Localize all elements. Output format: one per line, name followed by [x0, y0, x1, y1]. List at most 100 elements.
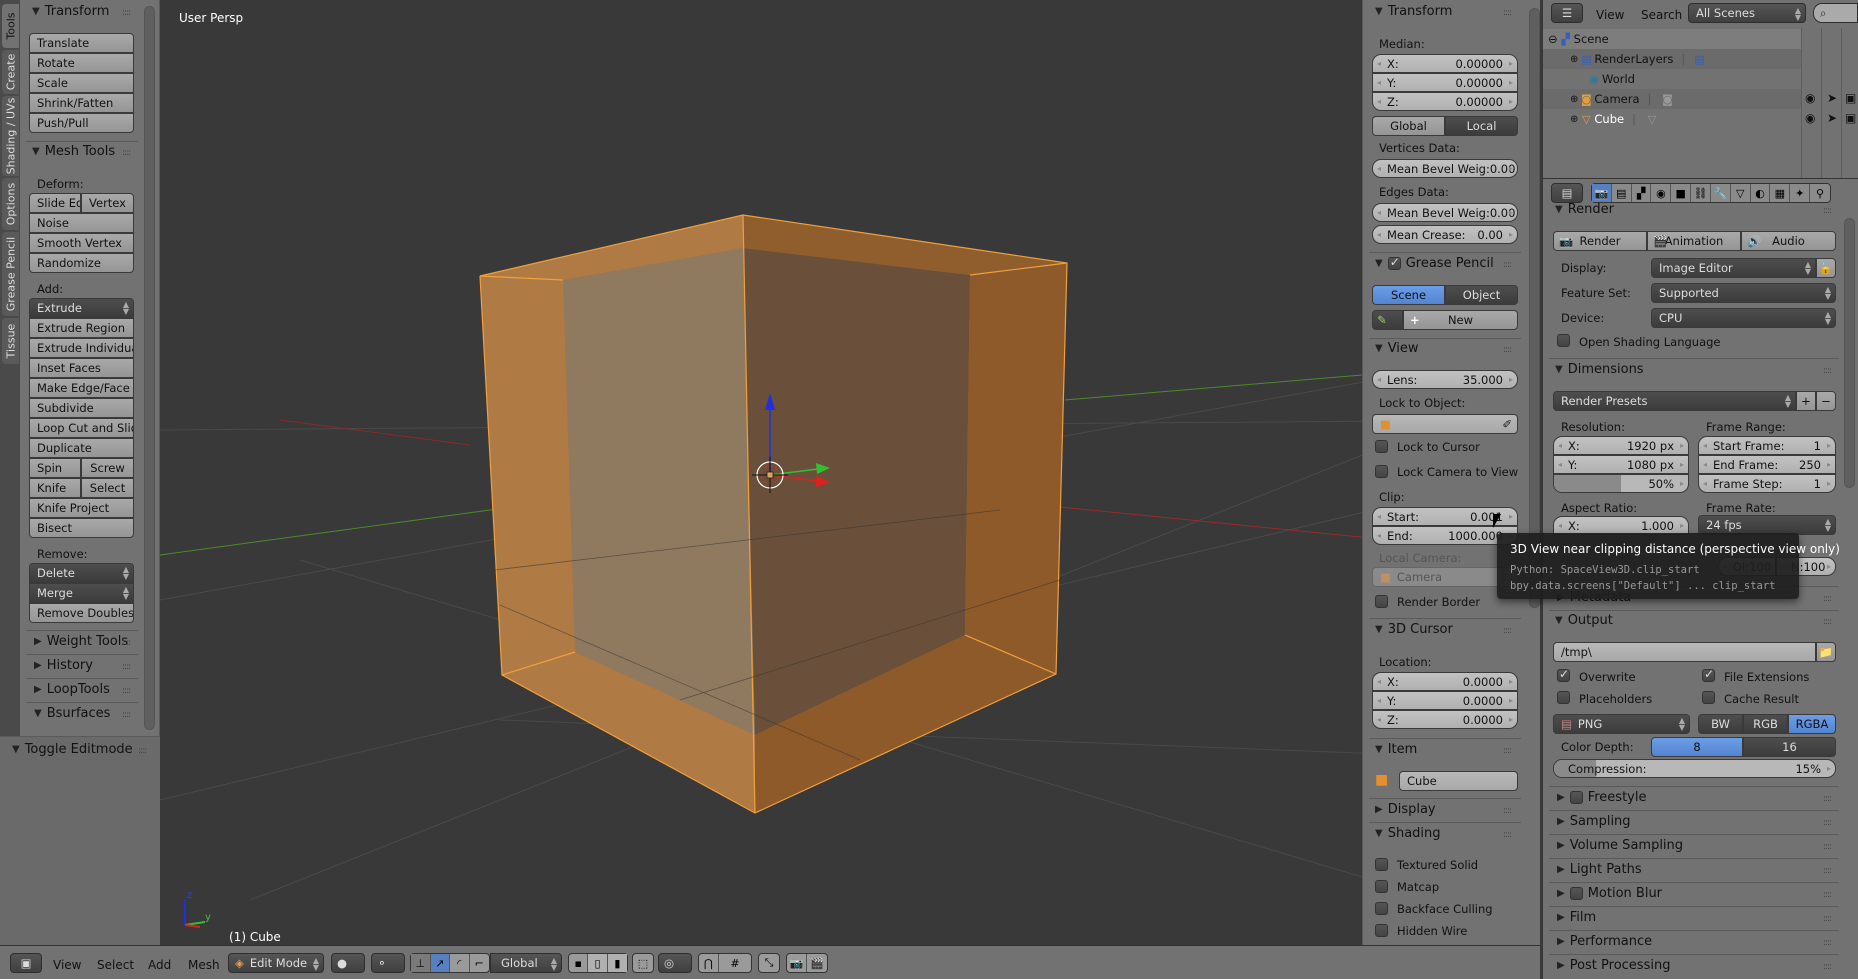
- expand-icon[interactable]: ⊕: [1570, 54, 1578, 65]
- remove-preset-button[interactable]: −: [1816, 391, 1836, 411]
- menu-add[interactable]: Add: [148, 958, 171, 972]
- push-pull-button[interactable]: Push/Pull: [29, 113, 134, 133]
- resolution-percentage-slider[interactable]: 50%: [1553, 474, 1689, 493]
- drag-grip-icon[interactable]: ::::: [1823, 890, 1832, 900]
- menu-mesh[interactable]: Mesh: [188, 958, 220, 972]
- drag-grip-icon[interactable]: ::::: [1823, 818, 1832, 828]
- extrude-dropdown[interactable]: Extrude ▲ ▼: [29, 298, 134, 318]
- outliner-item-camera[interactable]: ⊕ ◙ Camera | ◙: [1543, 89, 1801, 109]
- resolution-y-field[interactable]: Y:1080 px: [1553, 455, 1689, 474]
- drag-grip-icon[interactable]: ::::: [1503, 746, 1512, 756]
- performance-panel-header[interactable]: ▶ Performance: [1557, 934, 1652, 949]
- scale-button[interactable]: Scale: [29, 73, 134, 93]
- compression-slider[interactable]: Compression:15%: [1553, 759, 1836, 778]
- panel-toggle-editmode-header[interactable]: ▼ Toggle Editmode: [12, 742, 133, 757]
- drag-grip-icon[interactable]: ::::: [1503, 626, 1512, 636]
- cube-selectable-arrow-icon[interactable]: ➤: [1827, 111, 1837, 125]
- panel-history-header[interactable]: ▶ History: [34, 658, 93, 673]
- median-x-field[interactable]: X:0.00000: [1372, 54, 1518, 73]
- tab-create[interactable]: Create: [2, 50, 19, 94]
- editor-type-button[interactable]: ▣: [10, 953, 42, 973]
- camera-selectable-arrow-icon[interactable]: ➤: [1827, 91, 1837, 105]
- volume-sampling-panel-header[interactable]: ▶ Volume Sampling: [1557, 838, 1683, 853]
- tab-tissue[interactable]: Tissue: [2, 318, 19, 364]
- outliner-item-scene[interactable]: ⊖ ▞ Scene: [1543, 29, 1801, 49]
- matcap-checkbox[interactable]: [1375, 880, 1388, 893]
- manipulator-toggle-icon[interactable]: ⊥: [411, 954, 431, 972]
- tab-options[interactable]: Options: [2, 178, 19, 230]
- drag-grip-icon[interactable]: ::::: [1823, 866, 1832, 876]
- drag-grip-icon[interactable]: ::::: [122, 8, 131, 18]
- camera-visibility-eye-icon[interactable]: ◉: [1805, 91, 1815, 105]
- drag-grip-icon[interactable]: ::::: [138, 746, 147, 756]
- frame-rate-dropdown[interactable]: 24 fps ▲ ▼: [1698, 515, 1836, 535]
- panel-transform-header[interactable]: ▼ Transform: [32, 4, 109, 19]
- cache-result-checkbox[interactable]: [1702, 691, 1715, 704]
- drag-grip-icon[interactable]: ::::: [1823, 842, 1832, 852]
- drag-grip-icon[interactable]: ::::: [1823, 938, 1832, 948]
- render-animation-icon[interactable]: 🎬: [807, 954, 827, 972]
- snap-element-icon[interactable]: #: [719, 954, 751, 972]
- knife-button[interactable]: Knife: [29, 478, 81, 498]
- osl-checkbox[interactable]: [1557, 334, 1570, 347]
- lock-interface-toggle[interactable]: 🔓: [1816, 258, 1836, 278]
- material-context-icon[interactable]: ◐: [1751, 184, 1771, 202]
- textured-solid-checkbox[interactable]: [1375, 858, 1388, 871]
- slide-edge-button[interactable]: Slide Ed: [29, 193, 81, 213]
- resolution-x-field[interactable]: X:1920 px: [1553, 436, 1689, 455]
- sampling-panel-header[interactable]: ▶ Sampling: [1557, 814, 1631, 829]
- object-context-icon[interactable]: ■: [1671, 184, 1692, 202]
- viewport-canvas[interactable]: [0, 0, 1540, 945]
- drag-grip-icon[interactable]: ::::: [122, 662, 131, 672]
- pivot-point-dropdown[interactable]: ⚬: [371, 953, 405, 973]
- color-rgb-toggle[interactable]: RGB: [1743, 714, 1788, 734]
- physics-context-icon[interactable]: ⚲: [1810, 184, 1830, 202]
- n-grease-pencil-header[interactable]: ▼Grease Pencil: [1375, 255, 1494, 271]
- audio-button[interactable]: 🔊 Audio: [1741, 231, 1836, 251]
- end-frame-field[interactable]: End Frame:250: [1698, 455, 1836, 474]
- drag-grip-icon[interactable]: ::::: [1503, 830, 1512, 840]
- panel-bsurfaces-header[interactable]: ▼ Bsurfaces: [34, 706, 110, 721]
- drag-grip-icon[interactable]: ::::: [1823, 914, 1832, 924]
- world-context-icon[interactable]: ◉: [1651, 184, 1672, 202]
- render-border-checkbox[interactable]: [1375, 595, 1388, 608]
- render-panel-header[interactable]: ▼ Render: [1555, 202, 1614, 217]
- file-format-dropdown[interactable]: ▤ PNG ▲ ▼: [1553, 714, 1690, 734]
- expand-icon[interactable]: ⊕: [1570, 114, 1578, 125]
- texture-context-icon[interactable]: ▦: [1770, 184, 1791, 202]
- noise-button[interactable]: Noise: [29, 213, 134, 233]
- orientation-dropdown[interactable]: Global ▲ ▼: [490, 953, 562, 973]
- properties-editor-type-button[interactable]: ▤: [1551, 183, 1583, 203]
- camera-renderable-icon[interactable]: ▣: [1845, 91, 1856, 105]
- 3d-viewport[interactable]: User Persp (1) Cube z y: [0, 0, 1540, 945]
- outliner-editor-type-button[interactable]: ☰: [1551, 3, 1583, 23]
- face-select-icon[interactable]: ▮: [607, 954, 627, 972]
- make-edge-face-button[interactable]: Make Edge/Face: [29, 378, 134, 398]
- viewport-shading-dropdown[interactable]: ●: [331, 953, 365, 973]
- mode-dropdown[interactable]: ◈ Edit Mode ▲ ▼: [228, 953, 324, 973]
- drag-grip-icon[interactable]: ::::: [122, 710, 131, 720]
- menu-select[interactable]: Select: [97, 958, 134, 972]
- constraints-context-icon[interactable]: ⛓: [1691, 184, 1711, 202]
- lock-camera-checkbox[interactable]: [1375, 465, 1388, 478]
- drag-grip-icon[interactable]: ::::: [1823, 366, 1832, 376]
- gp-new-button[interactable]: + New: [1403, 310, 1518, 330]
- vertex-slide-button[interactable]: Vertex: [81, 193, 134, 213]
- color-depth-16-toggle[interactable]: 16: [1743, 737, 1836, 757]
- translate-button[interactable]: Translate: [29, 33, 134, 53]
- cursor-y-field[interactable]: Y:0.0000: [1372, 691, 1518, 710]
- cursor-x-field[interactable]: X:0.0000: [1372, 672, 1518, 691]
- drag-grip-icon[interactable]: ::::: [1823, 594, 1832, 604]
- bisect-button[interactable]: Bisect: [29, 518, 134, 538]
- film-panel-header[interactable]: ▶ Film: [1557, 910, 1596, 925]
- drag-grip-icon[interactable]: ::::: [1503, 345, 1512, 355]
- shrink-fatten-button[interactable]: Shrink/Fatten: [29, 93, 134, 113]
- subdivide-button[interactable]: Subdivide: [29, 398, 134, 418]
- color-depth-8-toggle[interactable]: 8: [1651, 737, 1743, 757]
- gp-pencil-dropdown[interactable]: ✎: [1372, 310, 1403, 330]
- tab-grease-pencil[interactable]: Grease Pencil: [2, 232, 19, 316]
- render-presets-dropdown[interactable]: Render Presets ▲ ▼: [1553, 391, 1796, 411]
- scene-filter-dropdown[interactable]: All Scenes ▲ ▼: [1688, 3, 1806, 23]
- delete-dropdown[interactable]: Delete ▲ ▼: [29, 563, 134, 583]
- cursor-z-field[interactable]: Z:0.0000: [1372, 710, 1518, 729]
